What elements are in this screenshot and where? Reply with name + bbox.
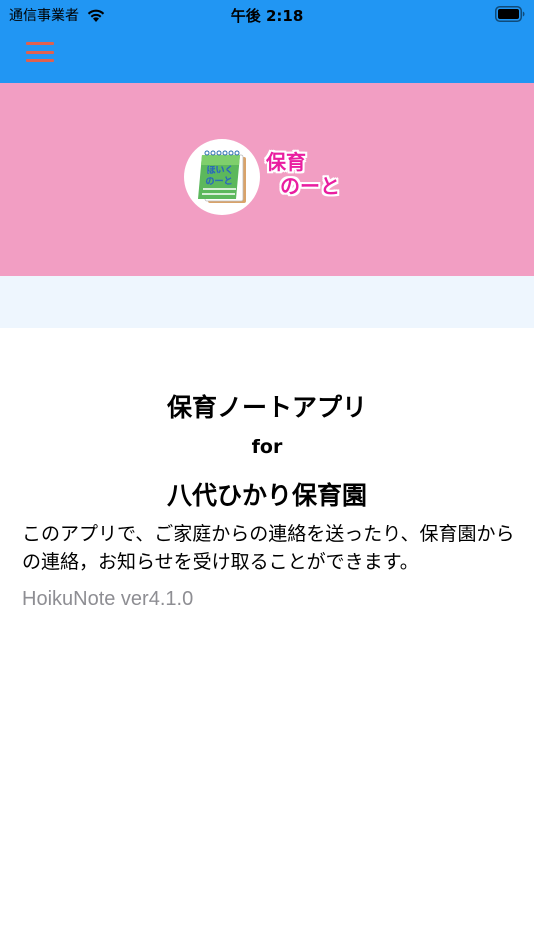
app-header: 通信事業者 午後 2:18 [0,0,534,83]
logo-text: 保育 のーと [266,150,356,198]
hamburger-menu-icon[interactable] [24,38,56,66]
menu-bar [26,50,54,54]
battery-full-icon [495,6,525,22]
menu-bar [26,59,54,62]
logo-text-line2: のーと [280,174,340,198]
app-title: 保育ノートアプリ [166,393,367,422]
organization-name: 八代ひかり保育園 [166,481,367,510]
logo-text-line1: 保育 [266,150,306,174]
logo-notebook-line1: ほいく [206,165,233,176]
app-description: このアプリで、ご家庭からの連絡を送ったり、保育園からの連絡，お知らせを受け取るこ… [22,523,515,573]
app-logo: ほいく のーと [184,139,260,215]
notebook-logo-icon: ほいく のーと [198,150,246,203]
status-time: 午後 2:18 [230,7,304,25]
banner-spacer [0,276,534,328]
app-banner: ほいく のーと 保育 のーと [0,83,534,276]
version-label: HoikuNote ver4.1.0 [22,588,194,610]
menu-bar [26,42,54,45]
for-label: for [251,436,283,458]
logo-notebook-line2: のーと [205,176,232,187]
status-bar: 通信事業者 午後 2:18 [0,0,534,28]
